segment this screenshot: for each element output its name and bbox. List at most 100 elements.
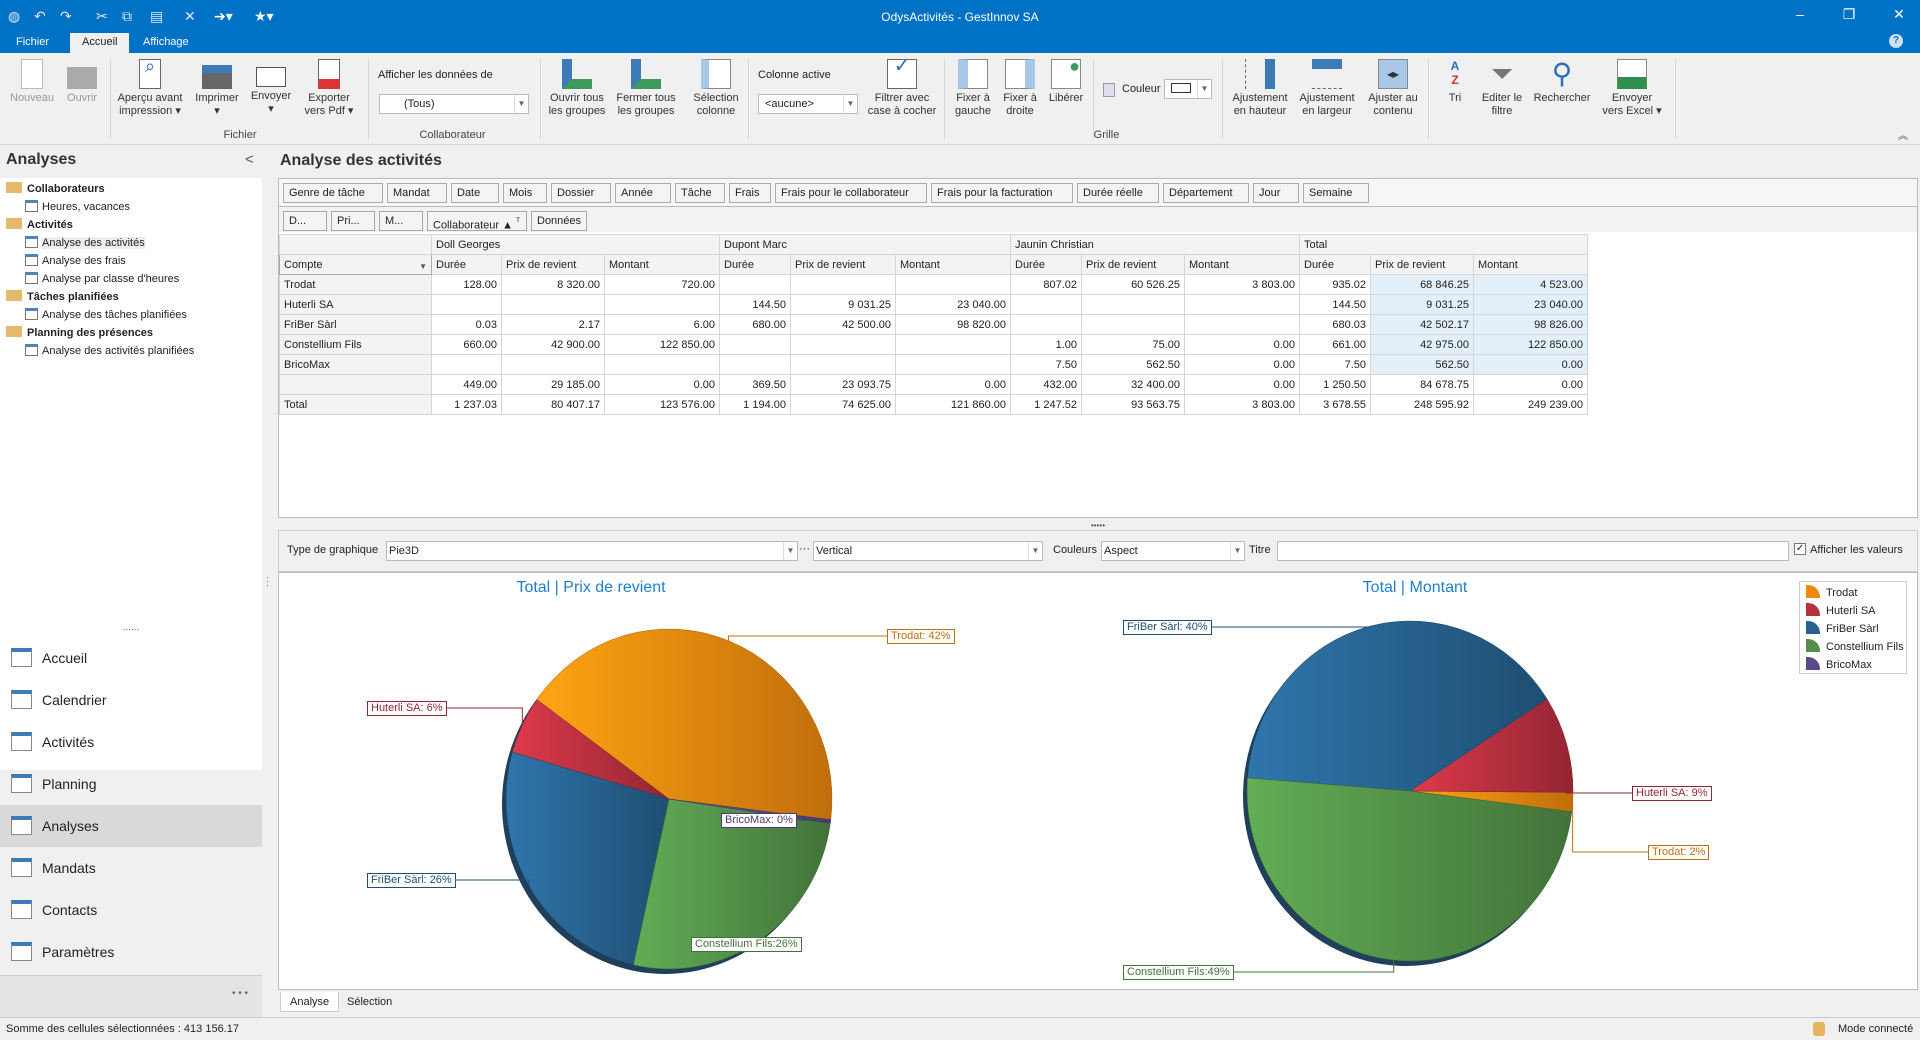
tab-affichage[interactable]: Affichage (131, 33, 201, 53)
table-cell[interactable]: 93 563.75 (1081, 394, 1185, 415)
table-cell[interactable]: 60 526.25 (1081, 274, 1185, 295)
table-cell[interactable]: 23 093.75 (790, 374, 896, 395)
tree-item[interactable]: Analyse par classe d'heures (25, 270, 179, 288)
table-cell[interactable] (1010, 294, 1082, 315)
filter-field[interactable]: Tâche (675, 183, 725, 203)
table-cell[interactable]: 23 040.00 (895, 294, 1011, 315)
data-field-prix[interactable]: Pri... (331, 211, 375, 231)
table-cell[interactable]: 680.03 (1299, 314, 1371, 335)
ouvrir-button[interactable]: Ouvrir (62, 59, 102, 105)
close-button[interactable]: ✕ (1884, 6, 1914, 23)
nav-item-planning[interactable]: Planning (0, 763, 262, 805)
measure-header[interactable]: Durée (1299, 254, 1371, 275)
measure-header[interactable]: Prix de revient (790, 254, 896, 275)
row-label[interactable]: Constellium Fils (279, 334, 432, 355)
table-cell[interactable]: 3 803.00 (1184, 274, 1300, 295)
table-cell[interactable] (1184, 294, 1300, 315)
filter-field[interactable]: Durée réelle (1077, 183, 1159, 203)
measure-header[interactable]: Prix de revient (1370, 254, 1474, 275)
sidebar-splitter[interactable]: ...... (0, 622, 262, 633)
table-cell[interactable]: 1 237.03 (431, 394, 502, 415)
table-cell[interactable]: 128.00 (431, 274, 502, 295)
more-button[interactable]: • • • (232, 988, 248, 999)
collapse-ribbon-button[interactable]: ︽ (1898, 127, 1908, 142)
nav-item-accueil[interactable]: Accueil (0, 637, 262, 679)
table-cell[interactable]: 7.50 (1299, 354, 1371, 375)
pie-slice-constellium-fils[interactable] (1246, 777, 1573, 962)
tree-item[interactable]: Analyse des activités planifiées (25, 342, 194, 360)
table-cell[interactable]: 249 239.00 (1473, 394, 1588, 415)
measure-header[interactable]: Montant (895, 254, 1011, 275)
chevron-down-icon[interactable]: ▼ (783, 542, 797, 560)
measure-header[interactable]: Durée (719, 254, 791, 275)
measure-header[interactable]: Durée (1010, 254, 1082, 275)
table-cell[interactable]: 144.50 (1299, 294, 1371, 315)
ajustement-hauteur-button[interactable]: Ajustement en hauteur (1228, 59, 1292, 118)
data-header-button[interactable]: Données (531, 211, 587, 231)
collaborator-header[interactable]: Total (1299, 234, 1588, 255)
table-cell[interactable] (1081, 294, 1185, 315)
colors-combo[interactable]: Aspect ▼ (1101, 541, 1245, 561)
nav-item-activités[interactable]: Activités (0, 721, 262, 763)
chevron-down-icon[interactable]: ▼ (514, 95, 528, 113)
measure-header[interactable]: Montant (604, 254, 720, 275)
table-cell[interactable]: 720.00 (604, 274, 720, 295)
table-cell[interactable] (719, 334, 791, 355)
tab-analyse[interactable]: Analyse (280, 992, 340, 1012)
table-cell[interactable]: 84 678.75 (1370, 374, 1474, 395)
filter-field[interactable]: Semaine (1303, 183, 1369, 203)
table-cell[interactable]: 432.00 (1010, 374, 1082, 395)
table-cell[interactable] (895, 354, 1011, 375)
table-cell[interactable]: 98 820.00 (895, 314, 1011, 335)
filter-field[interactable]: Genre de tâche (283, 183, 383, 203)
fixer-gauche-button[interactable]: Fixer à gauche (950, 59, 996, 118)
table-cell[interactable]: 3 803.00 (1184, 394, 1300, 415)
table-cell[interactable]: 0.00 (1184, 354, 1300, 375)
table-cell[interactable] (1010, 314, 1082, 335)
table-cell[interactable] (501, 354, 605, 375)
couleur-picker[interactable]: ▼ (1164, 79, 1212, 99)
sidebar-collapse-button[interactable]: < (245, 151, 254, 168)
table-cell[interactable]: 74 625.00 (790, 394, 896, 415)
table-cell[interactable] (501, 294, 605, 315)
row-field-compte[interactable]: Compte ▼ (279, 254, 432, 275)
table-cell[interactable]: 123 576.00 (604, 394, 720, 415)
table-cell[interactable]: 7.50 (1010, 354, 1082, 375)
measure-header[interactable]: Prix de revient (501, 254, 605, 275)
chevron-down-icon[interactable]: ▼ (843, 95, 857, 113)
table-cell[interactable]: 3 678.55 (1299, 394, 1371, 415)
table-cell[interactable]: 449.00 (431, 374, 502, 395)
table-cell[interactable] (895, 274, 1011, 295)
nav-item-analyses[interactable]: Analyses (0, 805, 262, 847)
fermer-tous-button[interactable]: Fermer tous les groupes (614, 59, 678, 118)
measure-header[interactable]: Prix de revient (1081, 254, 1185, 275)
column-field-collaborateur[interactable]: Collaborateur ▲ ᵀ (427, 211, 527, 232)
apercu-button[interactable]: ⌕ Aperçu avant impression ▾ (115, 57, 185, 118)
tree-item[interactable]: Analyse des activités (25, 234, 145, 252)
imprimer-button[interactable]: Imprimer ▾ (192, 59, 242, 118)
nav-item-contacts[interactable]: Contacts (0, 889, 262, 931)
table-cell[interactable]: 80 407.17 (501, 394, 605, 415)
tab-accueil[interactable]: Accueil (70, 33, 130, 53)
measure-header[interactable]: Montant (1473, 254, 1588, 275)
table-cell[interactable] (895, 334, 1011, 355)
row-label[interactable]: FriBer Sàrl (279, 314, 432, 335)
measure-header[interactable]: Montant (1184, 254, 1300, 275)
table-cell[interactable]: 122 850.00 (1473, 334, 1588, 355)
table-cell[interactable]: 8 320.00 (501, 274, 605, 295)
filter-field[interactable]: Jour (1253, 183, 1299, 203)
envoyer-button[interactable]: Envoyer ▾ (248, 59, 294, 116)
table-cell[interactable]: 0.00 (1184, 374, 1300, 395)
filter-field[interactable]: Dossier (551, 183, 611, 203)
measure-header[interactable]: Durée (431, 254, 502, 275)
table-cell[interactable] (604, 354, 720, 375)
filter-field[interactable]: Mois (503, 183, 547, 203)
row-label[interactable]: Huterli SA (279, 294, 432, 315)
table-cell[interactable]: 4 523.00 (1473, 274, 1588, 295)
filter-field[interactable]: Frais pour le collaborateur (775, 183, 927, 203)
table-cell[interactable]: 98 826.00 (1473, 314, 1588, 335)
table-cell[interactable]: 42 900.00 (501, 334, 605, 355)
table-cell[interactable]: 0.00 (895, 374, 1011, 395)
row-label[interactable]: BricoMax (279, 354, 432, 375)
table-cell[interactable]: 680.00 (719, 314, 791, 335)
